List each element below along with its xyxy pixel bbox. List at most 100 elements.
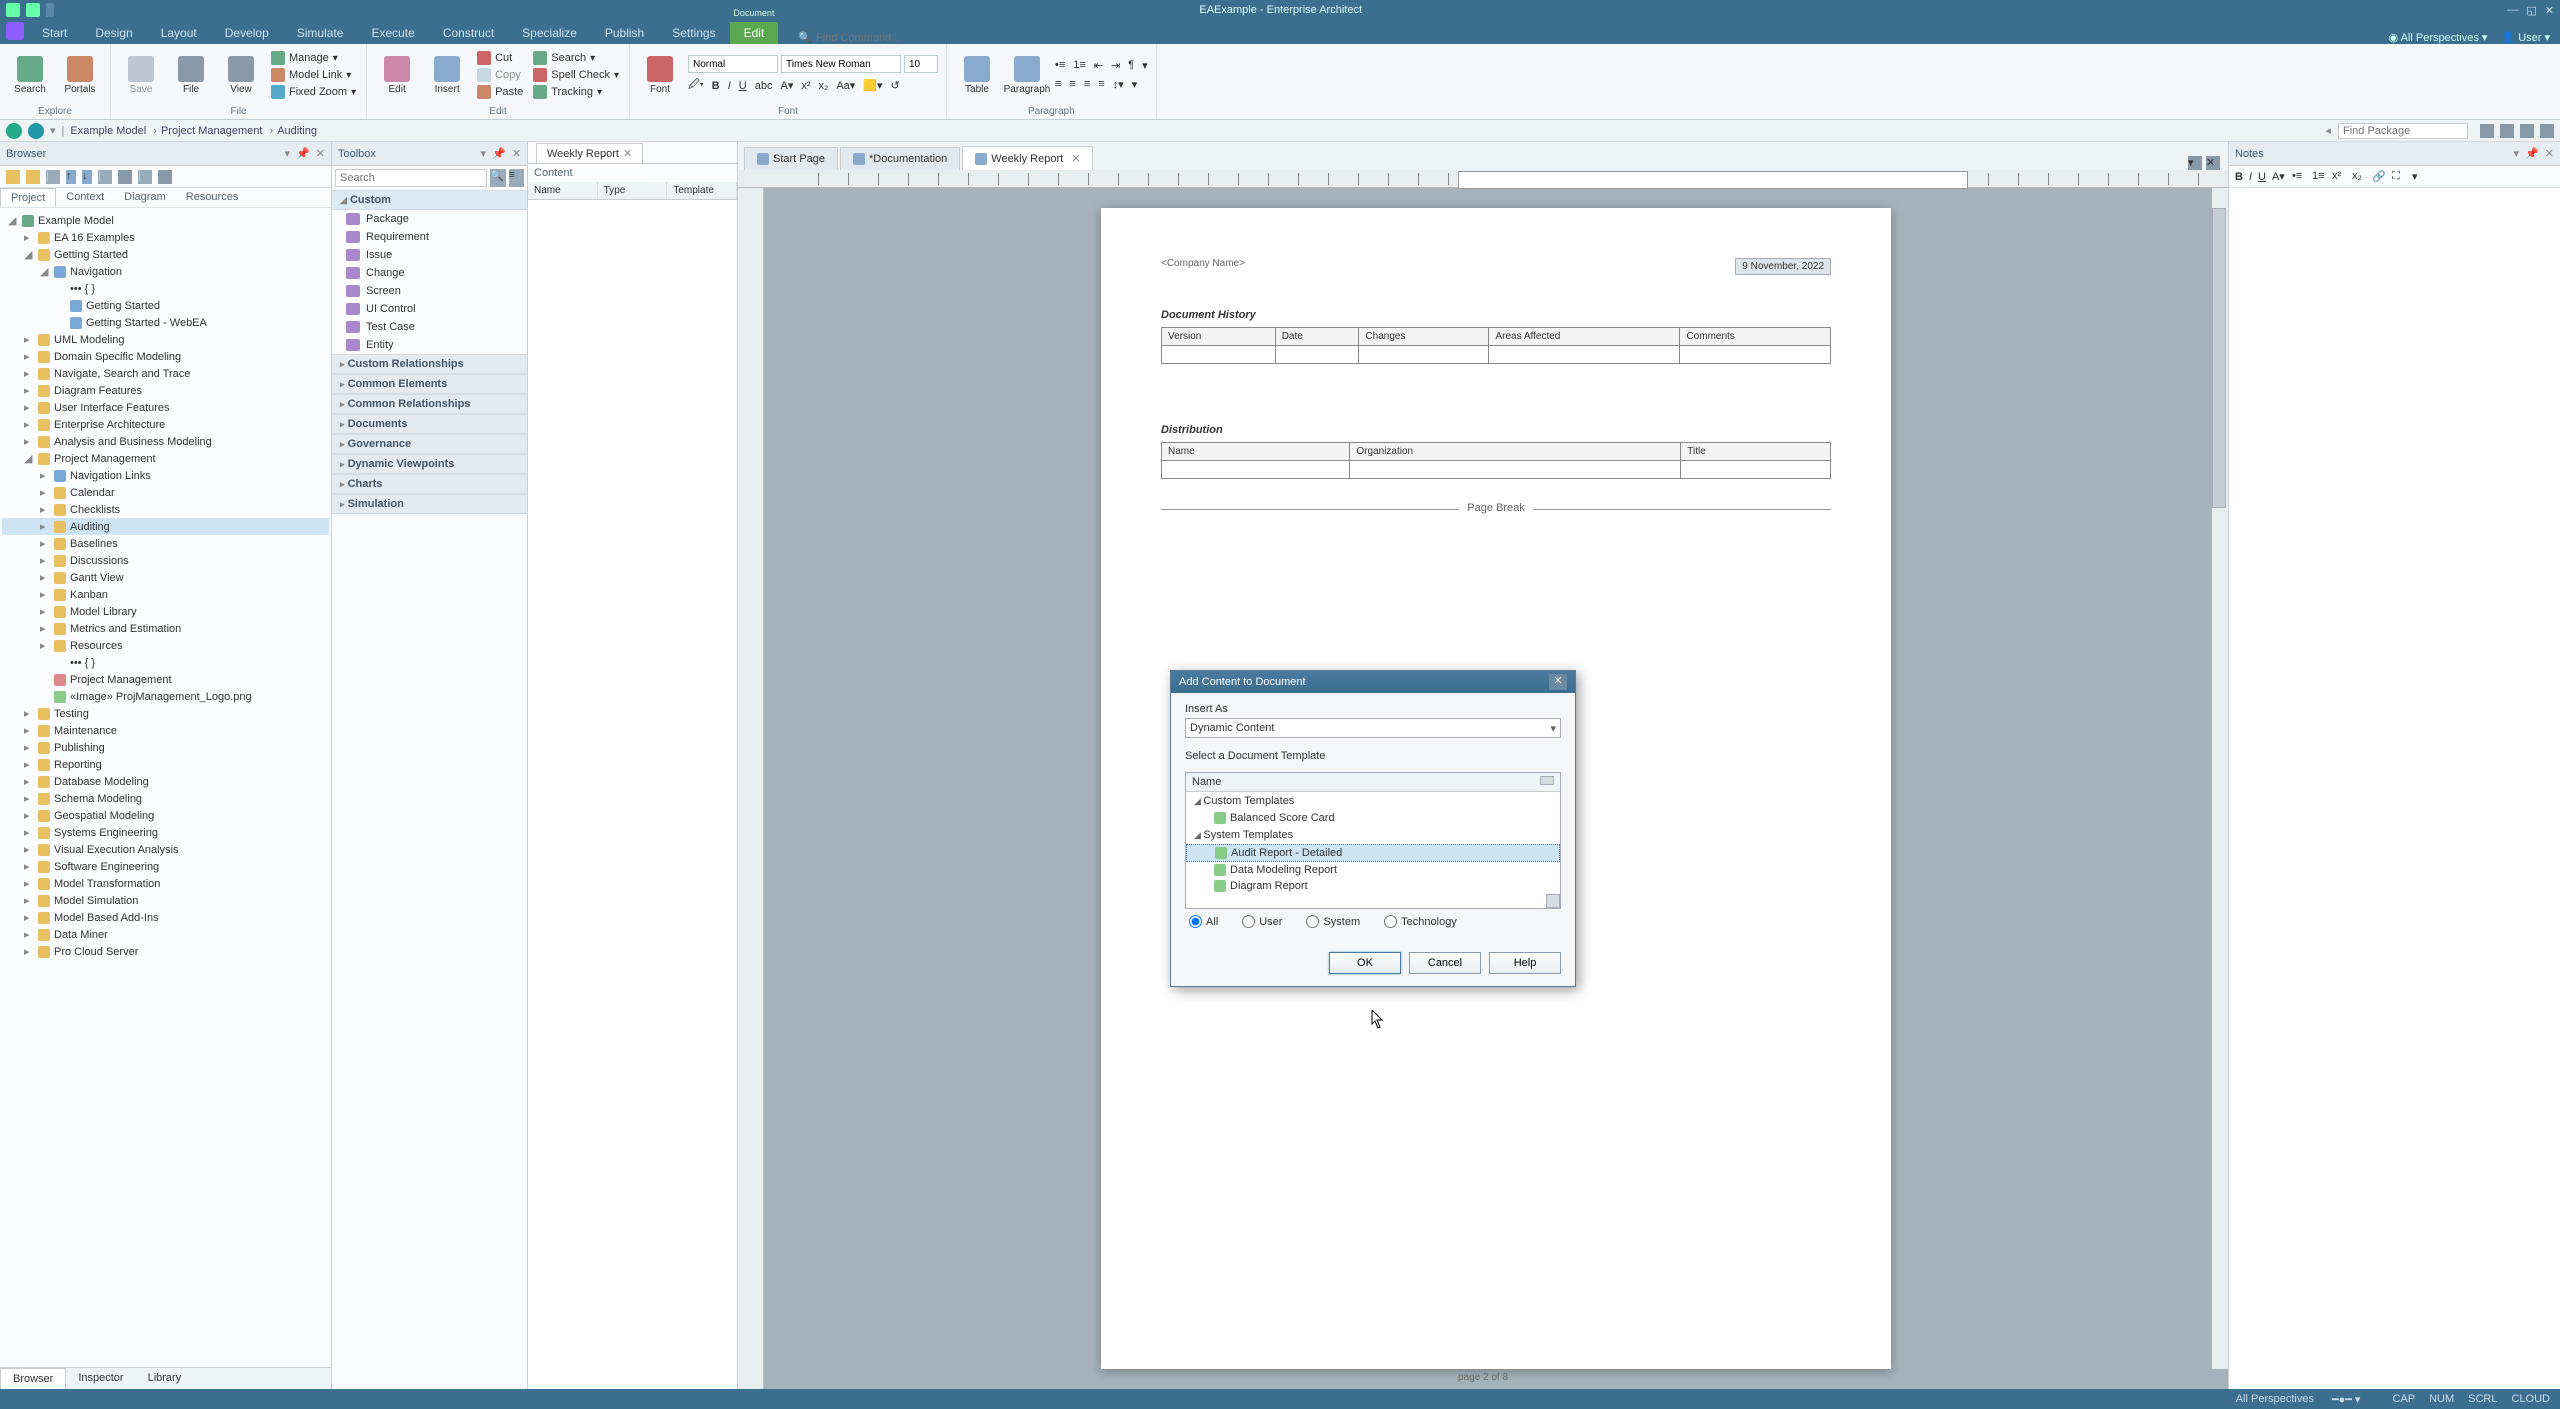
- crumb[interactable]: Project Management: [161, 125, 273, 137]
- quickaccess[interactable]: [6, 3, 54, 17]
- toolbox-category[interactable]: ▸ Simulation: [332, 494, 527, 514]
- new-elem-icon[interactable]: [26, 170, 40, 184]
- status-perspectives[interactable]: All Perspectives: [2236, 1393, 2314, 1406]
- perspectives-dropdown[interactable]: ◉ All Perspectives ▾: [2389, 31, 2488, 44]
- notes-numbering-button[interactable]: 1≡: [2312, 170, 2326, 184]
- font-size-combo[interactable]: [904, 55, 938, 73]
- browser-subtab-context[interactable]: Context: [56, 188, 114, 207]
- ribbon-tab-start[interactable]: Start: [28, 22, 81, 44]
- clear-format-button[interactable]: ↺: [891, 79, 900, 92]
- browser-pin-icon[interactable]: 📌: [296, 147, 310, 160]
- tree-node[interactable]: ▸Enterprise Architecture: [2, 416, 329, 433]
- tracking-button[interactable]: Tracking ▾: [531, 84, 621, 100]
- tree-node[interactable]: ▸Baselines: [2, 535, 329, 552]
- toolbox-item[interactable]: UI Control: [332, 300, 527, 318]
- dialog-close-button[interactable]: ✕: [1549, 674, 1567, 690]
- doc-tab[interactable]: Start Page: [744, 147, 838, 170]
- numbering-button[interactable]: 1≡: [1073, 59, 1086, 72]
- toolbox-category[interactable]: ◢ Custom: [332, 190, 527, 210]
- notes-super-button[interactable]: x²: [2332, 170, 2346, 184]
- toolbox-category[interactable]: ▸ Common Relationships: [332, 394, 527, 414]
- view-button[interactable]: View: [219, 56, 263, 95]
- ribbon-tab-layout[interactable]: Layout: [147, 22, 211, 44]
- nav-forward-button[interactable]: [28, 123, 44, 139]
- tree-node[interactable]: ▸Discussions: [2, 552, 329, 569]
- tree-node[interactable]: ▸Model Based Add-Ins: [2, 909, 329, 926]
- notes-link-button[interactable]: 🔗: [2372, 170, 2386, 184]
- ribbon-search-button[interactable]: Search ▾: [531, 50, 621, 66]
- restore-button[interactable]: ◱: [2526, 4, 2536, 17]
- tree-node[interactable]: «Image» ProjManagement_Logo.png: [2, 688, 329, 705]
- qa-dropdown-icon[interactable]: [46, 3, 54, 17]
- tree-node[interactable]: ▸Calendar: [2, 484, 329, 501]
- toolbox-search-input[interactable]: [335, 169, 487, 187]
- ok-button[interactable]: OK: [1329, 952, 1401, 974]
- content-col-header[interactable]: Name: [528, 182, 598, 199]
- list-scroll-up[interactable]: [1540, 776, 1554, 785]
- tree-node[interactable]: ▸Model Transformation: [2, 875, 329, 892]
- style-combo[interactable]: [688, 55, 778, 73]
- toolbox-category[interactable]: ▸ Custom Relationships: [332, 354, 527, 374]
- list-scroll-down[interactable]: [1546, 894, 1560, 908]
- tool-icon-2[interactable]: [2500, 124, 2514, 138]
- tree-node[interactable]: ▸Testing: [2, 705, 329, 722]
- cancel-button[interactable]: Cancel: [1409, 952, 1481, 974]
- content-col-header[interactable]: Type: [598, 182, 668, 199]
- find-command[interactable]: 🔍: [798, 31, 936, 44]
- ribbon-tab-design[interactable]: Design: [81, 22, 146, 44]
- notes-italic-button[interactable]: I: [2249, 171, 2252, 183]
- tree-node[interactable]: ▸Gantt View: [2, 569, 329, 586]
- up-icon[interactable]: ↑: [66, 170, 76, 184]
- cut-button[interactable]: Cut: [475, 50, 525, 66]
- crumb[interactable]: Auditing: [277, 125, 321, 137]
- toolbox-item[interactable]: Entity: [332, 336, 527, 354]
- tree-node[interactable]: ▸Data Miner: [2, 926, 329, 943]
- toolbox-item[interactable]: Screen: [332, 282, 527, 300]
- notes-body[interactable]: [2229, 188, 2560, 1389]
- outdent-button[interactable]: ⇤: [1094, 59, 1103, 72]
- minimize-button[interactable]: —: [2507, 4, 2518, 17]
- font-button[interactable]: Font: [638, 56, 682, 95]
- tool-icon-1[interactable]: [2480, 124, 2494, 138]
- tree-node[interactable]: ▸Systems Engineering: [2, 824, 329, 841]
- notes-menu-icon[interactable]: ▾: [2514, 147, 2520, 160]
- hamburger-icon[interactable]: [158, 170, 172, 184]
- tree-node[interactable]: ▸Auditing: [2, 518, 329, 535]
- tree-node[interactable]: ▸Database Modeling: [2, 773, 329, 790]
- tree-node[interactable]: ▸Analysis and Business Modeling: [2, 433, 329, 450]
- toolbox-pin-icon[interactable]: 📌: [492, 147, 506, 160]
- ribbon-tab-construct[interactable]: Construct: [429, 22, 508, 44]
- toolbox-category[interactable]: ▸ Dynamic Viewpoints: [332, 454, 527, 474]
- manage-button[interactable]: Manage ▾: [269, 50, 358, 66]
- tree-node[interactable]: ▸Diagram Features: [2, 382, 329, 399]
- user-dropdown[interactable]: 👤 User ▾: [2501, 31, 2550, 44]
- copy-button[interactable]: Copy: [475, 67, 525, 83]
- find-command-input[interactable]: [816, 32, 936, 44]
- bottom-tab-browser[interactable]: Browser: [0, 1368, 66, 1389]
- bold-button[interactable]: B: [712, 80, 720, 92]
- tree-node[interactable]: ▸Model Simulation: [2, 892, 329, 909]
- ribbon-tab-execute[interactable]: Execute: [357, 22, 428, 44]
- tree-node[interactable]: ▸Visual Execution Analysis: [2, 841, 329, 858]
- doc-close-icon[interactable]: ✕: [2206, 156, 2220, 170]
- subscript-button[interactable]: x₂: [819, 80, 829, 92]
- doc-tab[interactable]: Weekly Report✕: [962, 146, 1093, 170]
- template-item[interactable]: Balanced Score Card: [1186, 810, 1560, 826]
- down-icon[interactable]: ↓: [82, 170, 92, 184]
- tree-node[interactable]: ▸Model Library: [2, 603, 329, 620]
- highlight-icon[interactable]: 🖉▾: [688, 76, 704, 95]
- template-group[interactable]: System Templates: [1186, 826, 1560, 844]
- ribbon-tab-specialize[interactable]: Specialize: [508, 22, 591, 44]
- fill-color-button[interactable]: 🟨▾: [863, 79, 882, 92]
- superscript-button[interactable]: x²: [801, 80, 810, 92]
- tree-node[interactable]: ▸User Interface Features: [2, 399, 329, 416]
- browser-toolbar[interactable]: | ↑ ↓ | |: [0, 166, 331, 188]
- tree-node[interactable]: ▸Checklists: [2, 501, 329, 518]
- browser-subtab-diagram[interactable]: Diagram: [114, 188, 176, 207]
- toolbox-menu-icon[interactable]: ▾: [481, 147, 487, 160]
- qa-icon-2[interactable]: [26, 3, 40, 17]
- template-item[interactable]: Audit Report - Detailed: [1186, 844, 1560, 862]
- toolbox-more-icon[interactable]: ≡: [509, 169, 525, 187]
- content-grid[interactable]: [528, 200, 737, 1389]
- tree-node[interactable]: ▸Geospatial Modeling: [2, 807, 329, 824]
